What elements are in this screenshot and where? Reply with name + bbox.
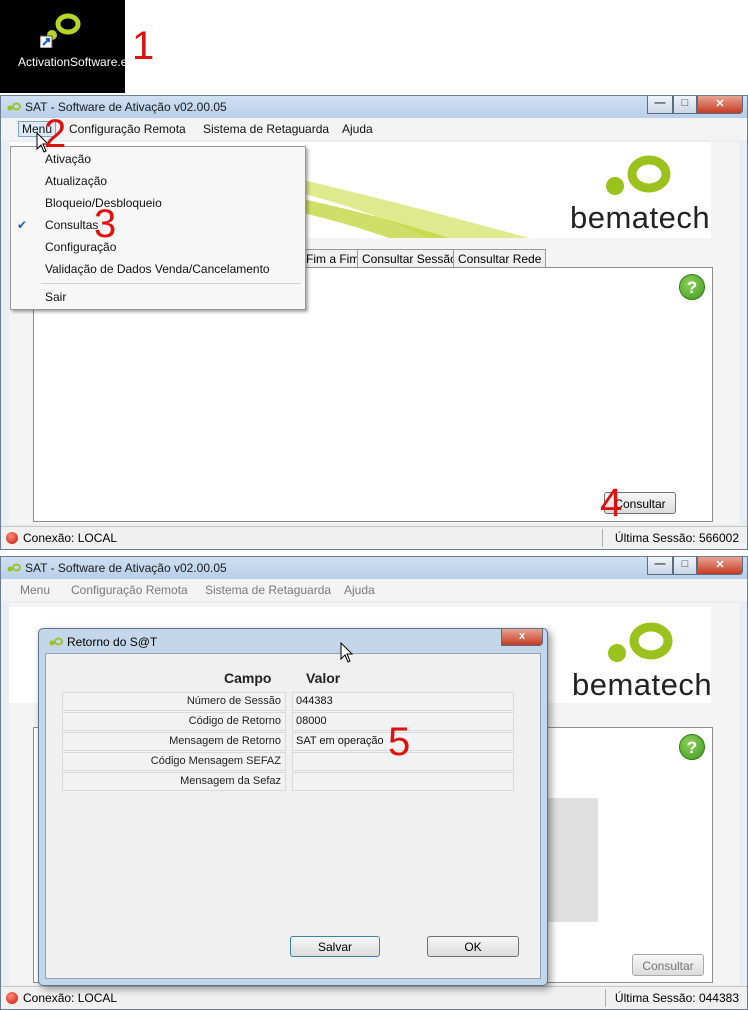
valor-cell: 044383 [292, 692, 514, 711]
close-icon: ✕ [715, 559, 725, 571]
close-icon: x [518, 630, 526, 642]
maximize-button[interactable]: □ [673, 96, 697, 114]
menu-item-sair[interactable]: Sair [45, 290, 66, 304]
table-row: Número de Sessão 044383 [62, 692, 518, 711]
table-row: Código de Retorno 08000 [62, 712, 518, 731]
status-bar: Conexão: LOCAL Última Sessão: 566002 [1, 526, 747, 549]
menu-item-consultas[interactable]: Consultas [45, 218, 98, 232]
campo-cell: Mensagem de Retorno [62, 732, 286, 751]
brand-text: bematech [570, 200, 711, 235]
dialog-title: Retorno do S@T [67, 635, 158, 649]
table-row: Mensagem de Retorno SAT em operação [62, 732, 518, 751]
step-number-4: 4 [600, 481, 623, 525]
status-separator [605, 989, 606, 1007]
menu-item-atualizacao[interactable]: Atualização [45, 174, 107, 188]
checkmark-icon: ✔ [17, 218, 28, 232]
app-logo-icon [7, 563, 21, 572]
step-number-3: 3 [94, 202, 117, 246]
connection-status-icon [6, 992, 18, 1004]
minimize-icon: — [654, 97, 666, 109]
last-session-bottom: Última Sessão: 044383 [614, 991, 739, 1005]
mouse-cursor-icon [340, 642, 354, 663]
brand-text-bottom: bematech [572, 667, 711, 702]
menu-bar-bottom: Menu Configuração Remota Sistema de Reta… [1, 579, 747, 601]
title-bar[interactable]: SAT - Software de Ativação v02.00.05 — □… [1, 96, 747, 118]
step-number-2: 2 [44, 112, 67, 156]
help-icon[interactable]: ? [679, 734, 705, 760]
ok-button[interactable]: OK [427, 936, 519, 957]
connection-status-bottom: Conexão: LOCAL [23, 991, 118, 1005]
tab-fim-a-fim[interactable]: Fim a Fim [301, 249, 365, 267]
campo-cell: Código de Retorno [62, 712, 286, 731]
menu-item-validacao[interactable]: Validação de Dados Venda/Cancelamento [45, 262, 270, 276]
banner-swoosh [269, 172, 529, 238]
maximize-icon: □ [681, 97, 689, 109]
connection-status: Conexão: LOCAL [23, 531, 118, 545]
tab-consultar-rede[interactable]: Consultar Rede [453, 249, 547, 267]
maximize-button[interactable]: □ [673, 557, 697, 575]
maximize-icon: □ [681, 558, 689, 570]
shortcut-label[interactable]: ActivationSoftware.exe [18, 55, 140, 70]
app-logo-icon [7, 102, 21, 111]
menu-bar: Menu Configuração Remota Sistema de Reta… [1, 118, 747, 140]
menu-ajuda-bottom[interactable]: Ajuda [344, 583, 375, 597]
minimize-button[interactable]: — [647, 557, 673, 575]
menu-configuracao-remota-bottom[interactable]: Configuração Remota [71, 583, 188, 597]
minimize-button[interactable]: — [647, 96, 673, 114]
status-bar-bottom: Conexão: LOCAL Última Sessão: 044383 [1, 986, 747, 1009]
consultar-button-disabled[interactable]: Consultar [632, 954, 704, 976]
menu-separator [41, 283, 301, 284]
step-number-1: 1 [132, 24, 155, 68]
dialog-close-button[interactable]: x [501, 629, 543, 646]
column-header-campo: Campo [224, 670, 272, 686]
main-dropdown-menu: Ativação Atualização Bloqueio/Desbloquei… [10, 146, 306, 310]
app-logo-icon [49, 637, 63, 646]
valor-cell [292, 772, 514, 791]
desktop-area: ActivationSoftware.exe [0, 0, 140, 93]
close-icon: ✕ [715, 98, 725, 110]
bematech-shortcut-icon[interactable] [39, 8, 82, 49]
last-session: Última Sessão: 566002 [614, 531, 739, 545]
salvar-button[interactable]: Salvar [290, 936, 380, 957]
menu-configuracao-remota[interactable]: Configuração Remota [69, 122, 186, 136]
close-button[interactable]: ✕ [697, 557, 743, 575]
column-header-valor: Valor [306, 670, 341, 686]
connection-status-icon [6, 532, 18, 544]
menu-sistema-retaguarda[interactable]: Sistema de Retaguarda [203, 122, 329, 136]
table-row: Mensagem da Sefaz [62, 772, 518, 791]
campo-cell: Código Mensagem SEFAZ [62, 752, 286, 771]
bematech-logo-icon [608, 622, 673, 662]
tab-consultar-sessao[interactable]: Consultar Sessão [357, 249, 462, 267]
close-button[interactable]: ✕ [697, 96, 743, 114]
table-row: Código Mensagem SEFAZ [62, 752, 518, 771]
dialog-body: Campo Valor Número de Sessão 044383 Códi… [45, 653, 541, 979]
minimize-icon: — [654, 558, 666, 570]
menu-menu-bottom[interactable]: Menu [20, 583, 50, 597]
campo-cell: Mensagem da Sefaz [62, 772, 286, 791]
menu-sistema-retaguarda-bottom[interactable]: Sistema de Retaguarda [205, 583, 331, 597]
bematech-logo-icon [606, 155, 671, 195]
campo-cell: Número de Sessão [62, 692, 286, 711]
window-title-bottom: SAT - Software de Ativação v02.00.05 [25, 561, 227, 575]
status-separator [602, 529, 603, 547]
step-number-5: 5 [388, 720, 411, 764]
menu-ajuda[interactable]: Ajuda [342, 122, 373, 136]
help-icon[interactable]: ? [679, 274, 705, 300]
retorno-dialog: Retorno do S@T x Campo Valor Número de S… [38, 628, 548, 986]
title-bar-bottom[interactable]: SAT - Software de Ativação v02.00.05 — □… [1, 557, 747, 579]
